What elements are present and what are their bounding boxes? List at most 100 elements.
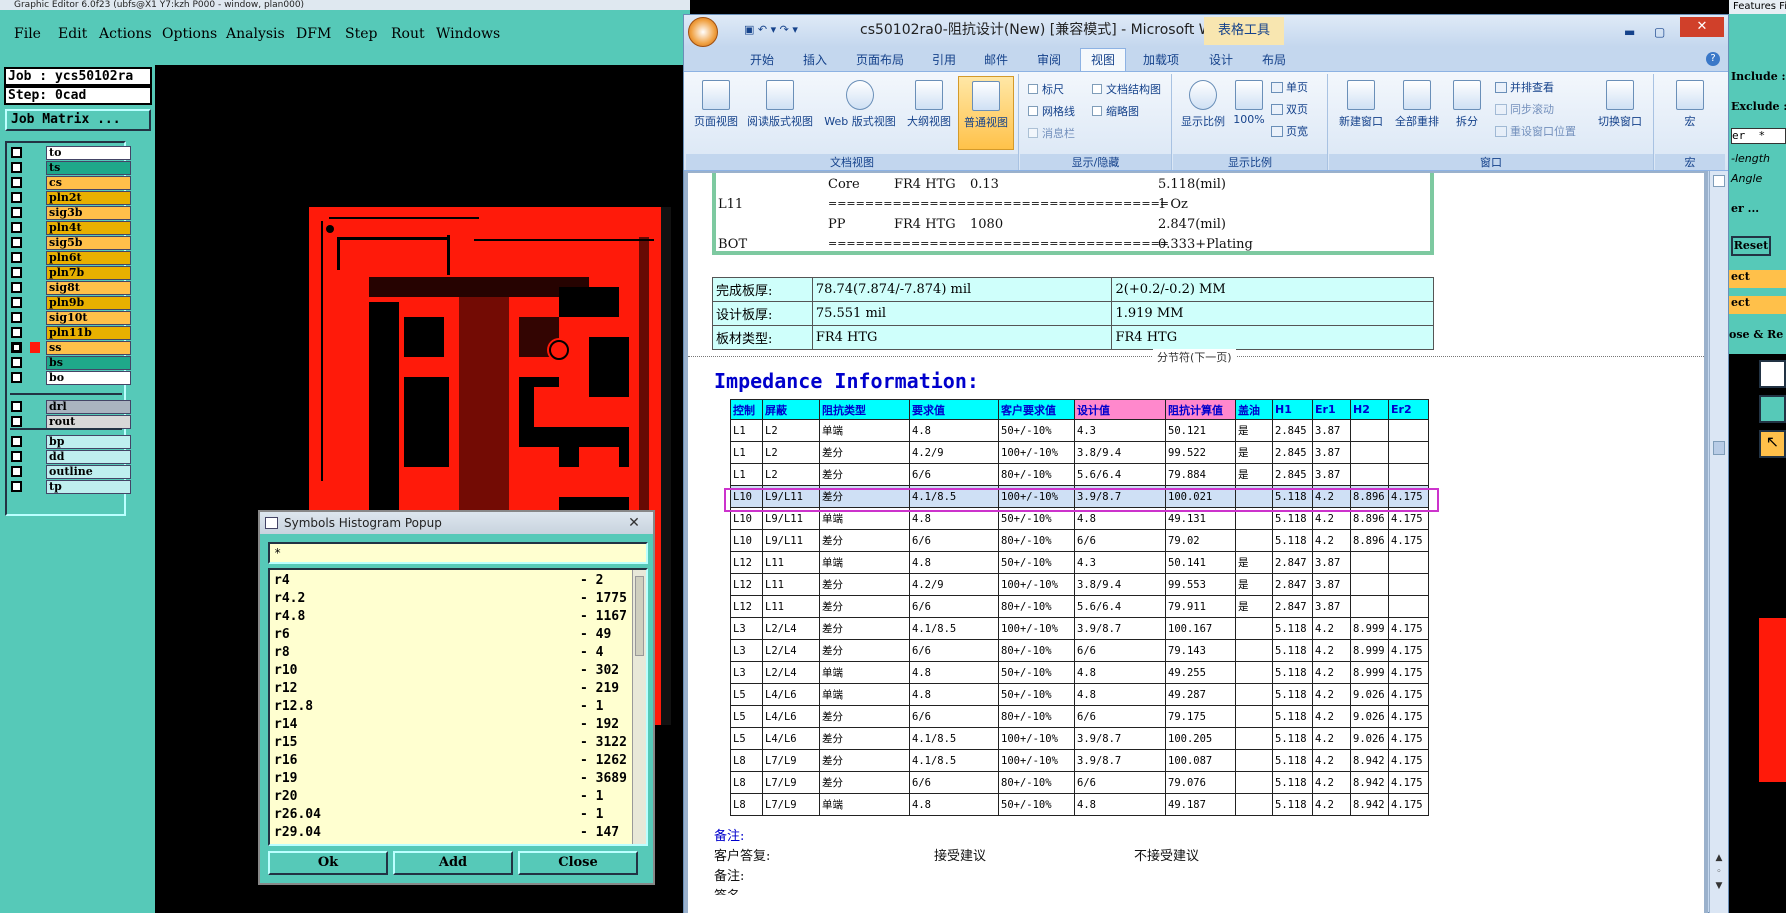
table-row[interactable]: L8 L7/L9 差分 4.1/8.5 100+/-10% 3.9/8.7 100.087 5… (730, 749, 1429, 772)
table-cell[interactable]: L1 (730, 419, 763, 442)
table-cell[interactable]: 80+/-10% (998, 771, 1075, 794)
table-cell[interactable]: L7/L9 (762, 793, 820, 816)
table-row[interactable]: L5 L4/L6 差分 6/6 80+/-10% 6/6 79.175 5.118 4.2 9.0… (730, 705, 1429, 728)
maximize-icon[interactable]: ▢ (1654, 17, 1665, 47)
switch-window-button[interactable]: 切换窗口 (1591, 80, 1649, 129)
table-cell[interactable]: 100.167 (1165, 617, 1236, 640)
two-pages-button[interactable]: 双页 (1271, 102, 1308, 118)
symbol-row[interactable]: r4 - 2 (270, 572, 630, 590)
table-cell[interactable]: 6/6 (1074, 639, 1166, 662)
table-cell[interactable]: 4.175 (1388, 529, 1429, 552)
table-cell[interactable]: 差分 (819, 617, 910, 640)
table-cell[interactable]: 50+/-10% (998, 661, 1075, 684)
column-header[interactable]: 盖油 (1235, 399, 1273, 420)
table-cell[interactable]: 是 (1235, 463, 1273, 486)
list-scrollbar[interactable] (632, 570, 646, 844)
scrollbar-thumb[interactable] (1713, 441, 1725, 455)
table-cell[interactable]: 50.121 (1165, 419, 1236, 442)
table-cell[interactable]: 79.076 (1165, 771, 1236, 794)
table-cell[interactable]: 差分 (819, 573, 910, 596)
table-cell[interactable]: 单端 (819, 793, 910, 816)
table-cell[interactable]: 4.175 (1388, 639, 1429, 662)
table-cell[interactable]: 8.942 (1350, 771, 1389, 794)
layer-checkbox[interactable] (11, 357, 22, 368)
office-button-icon[interactable] (688, 17, 718, 47)
table-cell[interactable]: 4.2 (1312, 529, 1351, 552)
exclude-label[interactable]: Exclude : (1731, 100, 1786, 113)
table-row[interactable]: L12 L11 差分 6/6 80+/-10% 5.6/6.4 79.911 是 2.847 3.… (730, 595, 1429, 618)
ruler-checkbox[interactable]: 标尺 (1028, 82, 1064, 98)
tab-references[interactable]: 引用 (932, 51, 956, 68)
table-cell[interactable]: 4.8 (909, 551, 999, 574)
layer-row-sig8t[interactable]: sig8t (10, 280, 131, 295)
split-button[interactable]: 拆分 (1445, 80, 1489, 129)
layer-checkbox[interactable] (11, 237, 22, 248)
tab-home[interactable]: 开始 (750, 51, 774, 68)
symbol-row[interactable]: r6 - 49 (270, 626, 630, 644)
triangle-icon[interactable] (1759, 395, 1786, 423)
table-cell[interactable]: 6/6 (909, 463, 999, 486)
layer-checkbox[interactable] (11, 207, 22, 218)
table-cell[interactable]: 4.8 (909, 661, 999, 684)
table-cell[interactable]: 4.1/8.5 (909, 617, 999, 640)
column-header[interactable]: 要求值 (909, 399, 999, 420)
sync-scroll-button[interactable]: 同步滚动 (1495, 102, 1554, 118)
menu-dfm[interactable]: DFM (296, 26, 331, 42)
macros-button[interactable]: 宏 (1665, 80, 1715, 129)
table-cell[interactable]: L2/L4 (762, 617, 820, 640)
table-cell[interactable]: 5.118 (1272, 727, 1313, 750)
table-cell[interactable]: 100+/-10% (998, 573, 1075, 596)
table-cell[interactable]: 99.553 (1165, 573, 1236, 596)
table-cell[interactable]: 4.175 (1388, 617, 1429, 640)
layer-name[interactable]: bs (46, 356, 131, 370)
select-button-2[interactable]: ect (1729, 296, 1786, 314)
layer-row-bo[interactable]: bo (10, 370, 131, 385)
table-cell[interactable]: 单端 (819, 551, 910, 574)
table-cell[interactable]: 4.8 (1074, 793, 1166, 816)
layer-checkbox[interactable] (11, 342, 22, 353)
layer-checkbox[interactable] (11, 312, 22, 323)
layer-name[interactable]: sig10t (46, 311, 131, 325)
print-layout-button[interactable]: 页面视图 (690, 80, 742, 129)
menu-rout[interactable]: Rout (391, 26, 425, 42)
symbol-row[interactable]: r29.04 - 147 (270, 824, 630, 842)
table-cell[interactable]: 差分 (819, 463, 910, 486)
table-cell[interactable]: 5.6/6.4 (1074, 595, 1166, 618)
table-cell[interactable]: 4.2 (1312, 727, 1351, 750)
table-cell[interactable]: L8 (730, 793, 763, 816)
table-cell[interactable]: 2(+0.2/-0.2) MM (1111, 277, 1434, 302)
vertical-scrollbar[interactable]: ▲ ◦ ▼ (1709, 171, 1728, 913)
table-cell[interactable]: 49.255 (1165, 661, 1236, 684)
table-cell[interactable]: 差分 (819, 595, 910, 618)
table-cell[interactable]: 是 (1235, 551, 1273, 574)
table-cell[interactable]: 79.02 (1165, 529, 1236, 552)
table-cell[interactable]: 79.884 (1165, 463, 1236, 486)
column-header[interactable]: 客户要求值 (998, 399, 1075, 420)
table-cell[interactable]: 4.8 (1074, 661, 1166, 684)
job-matrix-button[interactable]: Job Matrix ... (5, 109, 151, 131)
column-header[interactable]: 阻抗计算值 (1165, 399, 1236, 420)
symbol-row[interactable]: r15 - 3122 (270, 734, 630, 752)
table-cell[interactable]: 99.522 (1165, 441, 1236, 464)
layer-checkbox[interactable] (11, 451, 22, 462)
close-window-icon[interactable]: ✕ (1680, 17, 1724, 37)
table-row[interactable]: L12 L11 单端 4.8 50+/-10% 4.3 50.141 是 2.847 3.87 (730, 551, 1429, 574)
table-cell[interactable] (1235, 639, 1273, 662)
table-cell[interactable]: 3.9/8.7 (1074, 727, 1166, 750)
message-bar-checkbox[interactable]: 消息栏 (1028, 126, 1075, 142)
checkbox[interactable] (1028, 106, 1038, 116)
table-cell[interactable]: L10 (730, 529, 763, 552)
table-cell[interactable]: 79.911 (1165, 595, 1236, 618)
table-cell[interactable]: 100.087 (1165, 749, 1236, 772)
table-cell[interactable]: 4.8 (909, 683, 999, 706)
layer-name[interactable]: tp (46, 480, 131, 494)
layer-name[interactable]: pln9b (46, 296, 131, 310)
table-cell[interactable]: 79.175 (1165, 705, 1236, 728)
pointer-icon[interactable]: ↖ (1759, 430, 1786, 458)
scroll-up-icon[interactable] (1713, 175, 1725, 187)
reset-position-button[interactable]: 重设窗口位置 (1495, 124, 1576, 140)
table-cell[interactable]: 3.87 (1312, 441, 1351, 464)
table-row[interactable]: L10 L9/L11 差分 6/6 80+/-10% 6/6 79.02 5.118 4.2 8.… (730, 529, 1429, 552)
tab-view[interactable]: 视图 (1080, 48, 1127, 71)
table-cell[interactable]: 5.118 (1272, 705, 1313, 728)
